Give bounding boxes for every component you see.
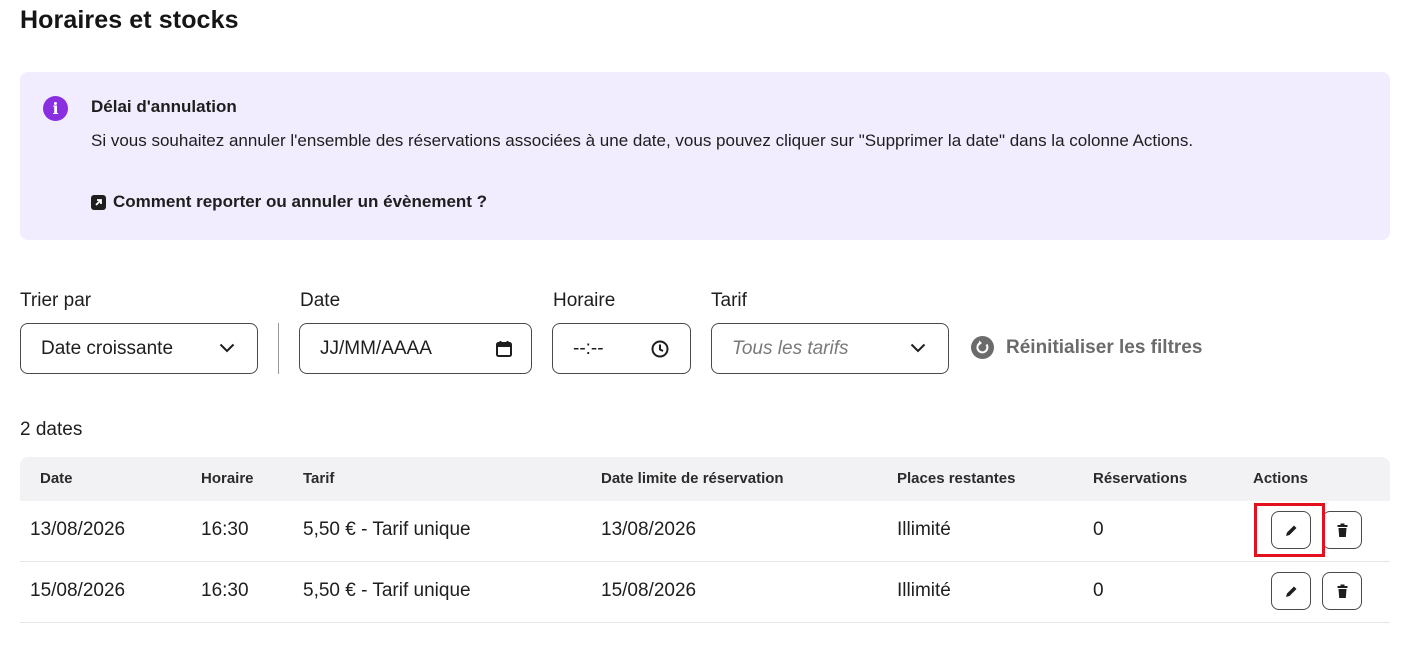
cell-reservations: 0 [1093, 519, 1104, 540]
edit-date-button[interactable] [1271, 572, 1311, 610]
callout-title: Délai d'annulation [91, 97, 237, 116]
cell-date-limite: 15/08/2026 [601, 580, 697, 601]
date-filter-placeholder: JJ/MM/AAAA [320, 338, 432, 359]
info-icon: i [43, 96, 68, 121]
cancellation-info-callout: i Délai d'annulation Si vous souhaitez a… [20, 72, 1390, 240]
reset-icon [971, 336, 994, 359]
time-filter-label: Horaire [553, 290, 616, 311]
trash-icon [1337, 523, 1348, 537]
cell-date: 13/08/2026 [30, 519, 126, 540]
time-filter-input[interactable]: --:-- [552, 323, 691, 374]
column-header-reservations: Réservations [1093, 470, 1188, 487]
cell-places: Illimité [897, 580, 951, 601]
reset-filters-label: Réinitialiser les filtres [1006, 336, 1203, 358]
chevron-down-icon [910, 343, 926, 353]
cell-places: Illimité [897, 519, 951, 540]
column-header-places: Places restantes [897, 470, 1016, 487]
help-link-label: Comment reporter ou annuler un évènement… [113, 192, 488, 211]
cell-tarif: 5,50 € - Tarif unique [303, 580, 471, 601]
cell-tarif: 5,50 € - Tarif unique [303, 519, 471, 540]
cell-horaire: 16:30 [201, 519, 249, 540]
table-header: Date Horaire Tarif Date limite de réserv… [20, 457, 1390, 501]
delete-date-button[interactable] [1322, 572, 1362, 610]
edit-button-highlight [1254, 503, 1325, 557]
sort-select-value: Date croissante [41, 338, 174, 359]
calendar-icon[interactable] [495, 340, 513, 358]
sort-select[interactable]: Date croissante [20, 323, 258, 374]
column-header-date: Date [40, 470, 73, 487]
column-header-tarif: Tarif [303, 470, 335, 487]
filter-divider [278, 323, 279, 374]
column-header-horaire: Horaire [201, 470, 254, 487]
tarif-filter-select[interactable]: Tous les tarifs [711, 323, 949, 374]
column-header-actions: Actions [1253, 470, 1309, 487]
table-row: 13/08/2026 16:30 5,50 € - Tarif unique 1… [20, 501, 1390, 562]
date-filter-label: Date [300, 290, 341, 311]
table-row: 15/08/2026 16:30 5,50 € - Tarif unique 1… [20, 562, 1390, 623]
tarif-filter-placeholder: Tous les tarifs [732, 338, 849, 359]
clock-icon[interactable] [651, 340, 669, 358]
column-header-date-limite: Date limite de réservation [601, 470, 784, 487]
cell-date: 15/08/2026 [30, 580, 126, 601]
dates-count: 2 dates [20, 419, 83, 440]
date-filter-input[interactable]: JJ/MM/AAAA [299, 323, 532, 374]
time-filter-placeholder: --:-- [573, 338, 604, 359]
cell-reservations: 0 [1093, 580, 1104, 601]
pencil-icon [1286, 586, 1297, 597]
tarif-filter-label: Tarif [711, 290, 747, 311]
delete-date-button[interactable] [1322, 511, 1362, 549]
trash-icon [1337, 584, 1348, 598]
reset-filters-button[interactable]: Réinitialiser les filtres [971, 336, 1202, 359]
sort-label: Trier par [20, 290, 92, 311]
help-link[interactable]: Comment reporter ou annuler un évènement… [91, 192, 487, 212]
callout-body: Si vous souhaitez annuler l'ensemble des… [91, 131, 1194, 150]
chevron-down-icon [219, 343, 235, 353]
cell-horaire: 16:30 [201, 580, 249, 601]
page-title: Horaires et stocks [20, 6, 239, 34]
external-link-icon [91, 194, 106, 210]
cell-date-limite: 13/08/2026 [601, 519, 697, 540]
